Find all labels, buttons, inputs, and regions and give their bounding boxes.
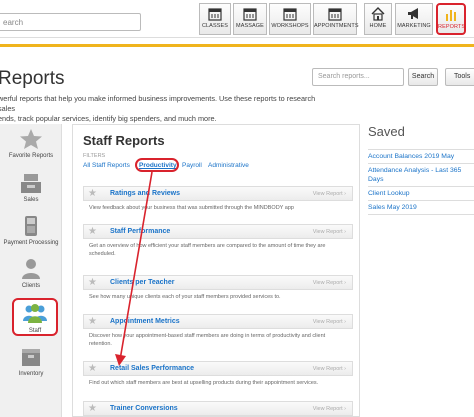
card-reader-icon <box>25 216 37 236</box>
report-description: View feedback about your business that w… <box>89 205 294 211</box>
intro-text: werful reports that help you make inform… <box>0 94 328 124</box>
nav-home-button[interactable]: HOME <box>364 3 392 35</box>
report-description: Get an overview of how efficient your st… <box>89 243 326 257</box>
category-staff[interactable]: Staff <box>12 298 58 336</box>
staff-group-icon <box>23 304 47 323</box>
category-clients[interactable]: Clients <box>0 258 62 289</box>
global-search-input[interactable]: earch <box>0 13 141 31</box>
report-item[interactable]: ★ Ratings and Reviews View Report › View f… <box>83 186 353 212</box>
report-item[interactable]: ★ Trainer Conversions View Report › <box>83 401 353 416</box>
report-search-input[interactable]: Search reports... <box>312 68 404 86</box>
category-inventory[interactable]: Inventory <box>0 346 62 377</box>
nav-workshops-label: WORKSHOPS <box>271 23 309 29</box>
report-description: Find out which staff members are best at… <box>89 380 319 386</box>
report-item[interactable]: ★ Appointment Metrics View Report › Discov… <box>83 314 353 348</box>
nav-classes-button[interactable]: CLASSES <box>199 3 231 35</box>
favorite-star-icon[interactable]: ★ <box>88 277 97 288</box>
report-name[interactable]: Trainer Conversions <box>110 405 178 412</box>
inventory-box-icon <box>22 349 40 366</box>
report-description: Discover how your appointment-based staf… <box>89 333 326 347</box>
report-name[interactable]: Staff Performance <box>110 228 170 235</box>
view-report-link[interactable]: View Report › <box>313 319 346 325</box>
client-icon <box>22 259 40 279</box>
view-report-link[interactable]: View Report › <box>313 191 346 197</box>
saved-report-link[interactable]: Attendance Analysis - Last 365 Days <box>368 163 474 184</box>
nav-marketing-button[interactable]: MARKETING <box>395 3 433 35</box>
report-name[interactable]: Ratings and Reviews <box>110 190 180 197</box>
nav-appointments-label: APPOINTMENTS <box>314 23 359 29</box>
favorite-star-icon[interactable]: ★ <box>88 188 97 199</box>
report-name[interactable]: Retail Sales Performance <box>110 365 194 372</box>
nav-reports-label: REPORTS <box>438 24 466 30</box>
category-favorite-reports[interactable]: Favorite Reports <box>0 128 62 159</box>
category-label: Clients <box>21 283 41 289</box>
star-icon <box>20 129 42 149</box>
staff-reports-panel: Staff Reports FILTERS All Staff Reports … <box>72 124 360 417</box>
nav-workshops-button[interactable]: WORKSHOPS <box>269 3 311 35</box>
filter-all-staff-reports[interactable]: All Staff Reports <box>83 162 130 169</box>
report-name[interactable]: Appointment Metrics <box>110 318 180 325</box>
category-sidebar: Favorite Reports Sales Payment Processin… <box>0 124 62 417</box>
bar-chart-icon <box>446 10 456 21</box>
report-item[interactable]: ★ Retail Sales Performance View Report › F… <box>83 361 353 387</box>
tools-button[interactable]: Tools <box>445 68 474 86</box>
category-label: Inventory <box>18 371 44 377</box>
calendar-icon <box>328 8 342 21</box>
report-description: See how many unique clients each of your… <box>89 294 281 300</box>
category-sales[interactable]: Sales <box>0 172 62 203</box>
saved-report-link[interactable]: Sales May 2019 <box>368 200 474 215</box>
favorite-star-icon[interactable]: ★ <box>88 363 97 374</box>
filter-administrative[interactable]: Administrative <box>208 162 249 169</box>
category-label: Favorite Reports <box>8 153 54 159</box>
category-label: Payment Processing <box>3 240 59 246</box>
calendar-icon <box>283 8 297 21</box>
favorite-star-icon[interactable]: ★ <box>88 226 97 237</box>
report-name[interactable]: Clients per Teacher <box>110 279 174 286</box>
nav-appointments-button[interactable]: APPOINTMENTS <box>313 3 359 35</box>
saved-title: Saved <box>368 124 405 139</box>
home-icon <box>371 7 385 21</box>
top-nav-bar: earch CLASSES MASSAGE WORKSHOPS APPOINTM… <box>0 0 474 38</box>
annotation-highlight-ring <box>135 158 179 172</box>
panel-title: Staff Reports <box>83 133 165 148</box>
register-icon <box>21 174 41 193</box>
category-label: Staff <box>28 328 42 334</box>
megaphone-icon <box>408 8 418 19</box>
category-payment-processing[interactable]: Payment Processing <box>0 215 62 246</box>
category-label: Sales <box>23 197 39 203</box>
view-report-link[interactable]: View Report › <box>313 406 346 412</box>
calendar-icon <box>243 8 257 21</box>
nav-marketing-label: MARKETING <box>397 23 431 29</box>
nav-home-label: HOME <box>369 23 387 29</box>
saved-report-link[interactable]: Client Lookup <box>368 186 474 198</box>
favorite-star-icon[interactable]: ★ <box>88 316 97 327</box>
saved-report-link[interactable]: Account Balances 2019 May <box>368 149 474 161</box>
favorite-star-icon[interactable]: ★ <box>88 403 97 414</box>
view-report-link[interactable]: View Report › <box>313 229 346 235</box>
view-report-link[interactable]: View Report › <box>313 366 346 372</box>
filter-payroll[interactable]: Payroll <box>182 162 202 169</box>
calendar-icon <box>208 8 222 21</box>
nav-underline <box>0 44 474 47</box>
intro-line-2: ends, track popular services, identify b… <box>0 114 217 123</box>
nav-reports-button[interactable]: REPORTS <box>436 3 466 35</box>
nav-massage-button[interactable]: MASSAGE <box>233 3 267 35</box>
search-button[interactable]: Search <box>408 68 438 86</box>
nav-massage-label: MASSAGE <box>236 23 264 29</box>
view-report-link[interactable]: View Report › <box>313 280 346 286</box>
page-title: Reports <box>0 68 65 89</box>
report-item[interactable]: ★ Staff Performance View Report › Get an o… <box>83 224 353 258</box>
filters-label: FILTERS <box>83 153 106 159</box>
intro-line-1: werful reports that help you make inform… <box>0 94 316 113</box>
report-item[interactable]: ★ Clients per Teacher View Report › See ho… <box>83 275 353 301</box>
nav-classes-label: CLASSES <box>201 23 229 29</box>
